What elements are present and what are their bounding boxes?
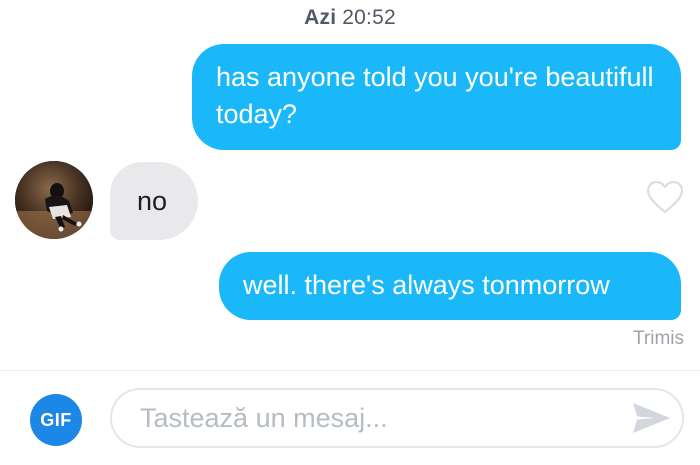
timestamp-time: 20:52	[342, 6, 396, 29]
message-text: well. there's always tonmorrow	[243, 270, 610, 300]
composer-divider	[0, 370, 700, 371]
message-composer[interactable]	[110, 388, 684, 448]
chat-screen: Azi 20:52 has anyone told you you're bea…	[0, 0, 700, 465]
received-message-bubble[interactable]: no	[110, 162, 198, 240]
avatar[interactable]	[15, 161, 93, 239]
timestamp-day: Azi	[304, 6, 337, 29]
message-input[interactable]	[140, 400, 610, 436]
delivery-status: Trimis	[633, 328, 684, 349]
message-text: has anyone told you you're beautifull to…	[216, 62, 654, 129]
send-icon[interactable]	[630, 400, 672, 436]
sent-message-bubble[interactable]: has anyone told you you're beautifull to…	[192, 44, 681, 150]
message-text: no	[137, 186, 168, 216]
sent-message-bubble[interactable]: well. there's always tonmorrow	[219, 252, 681, 320]
heart-icon[interactable]	[646, 180, 684, 214]
avatar-photo	[15, 161, 93, 239]
gif-label: GIF	[40, 410, 72, 430]
conversation-timestamp: Azi 20:52	[0, 6, 700, 30]
gif-button[interactable]: GIF	[30, 394, 82, 446]
